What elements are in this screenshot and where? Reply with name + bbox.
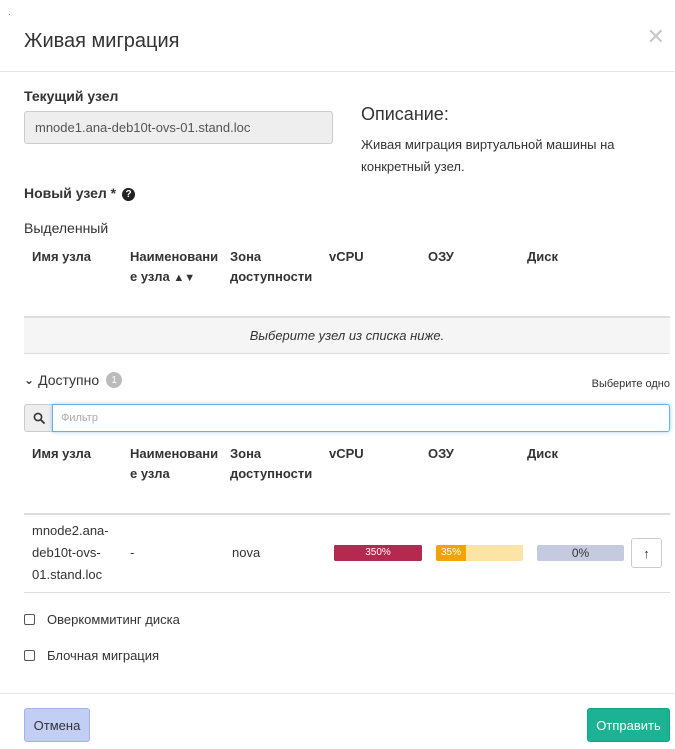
col-zone-line1: Зона xyxy=(230,446,262,461)
col-vcpu: vCPU xyxy=(329,249,364,264)
node-name-line1: mnode2.ana- xyxy=(32,523,109,538)
col-node-title-line2: е узла xyxy=(130,466,170,481)
empty-allocated-row: Выберите узел из списка ниже. xyxy=(24,318,670,353)
filter-group xyxy=(24,404,670,432)
disk-overcommit-checkbox[interactable] xyxy=(24,614,35,625)
col-zone-line1: Зона xyxy=(230,249,262,264)
close-icon[interactable]: ✕ xyxy=(647,24,665,50)
col-node-title-line1: Наименовани xyxy=(130,446,219,461)
col-node-title-line2-text: е узла xyxy=(130,269,170,284)
col-zone-line2: доступности xyxy=(230,466,313,481)
table-divider xyxy=(24,513,670,515)
block-migration-checkbox[interactable] xyxy=(24,650,35,661)
modal-header: Живая миграция ✕ xyxy=(0,0,675,72)
description-title: Описание: xyxy=(361,104,449,124)
current-node-field: mnode1.ana-deb10t-ovs-01.stand.loc xyxy=(24,111,333,144)
col-disk: Диск xyxy=(527,249,558,264)
description-text: Живая миграция виртуальной машины на кон… xyxy=(361,137,615,174)
submit-button[interactable]: Отправить xyxy=(587,708,670,742)
col-node-title[interactable]: Наименовани е узла xyxy=(130,444,218,484)
modal-footer xyxy=(0,693,675,749)
col-zone-line2: доступности xyxy=(230,269,313,284)
ram-usage-label: 35% xyxy=(441,547,462,558)
col-node-name: Имя узла xyxy=(32,446,91,461)
new-node-label-text: Новый узел xyxy=(24,185,107,201)
filter-input[interactable] xyxy=(52,404,670,432)
available-count-badge: 1 xyxy=(106,372,123,388)
disk-usage-bar: 0% xyxy=(537,545,624,561)
new-node-label: Новый узел * ? xyxy=(24,185,136,201)
vcpu-usage-bar: 350% xyxy=(334,545,422,561)
col-node-title-line1: Наименовани xyxy=(130,249,219,264)
col-node-title-line2: е узла ▲▼ xyxy=(130,267,218,288)
vcpu-usage-label: 350% xyxy=(365,547,391,558)
disk-overcommit-option[interactable]: Оверкоммитинг диска xyxy=(24,612,180,627)
table-row-node-title: - xyxy=(130,545,135,560)
table-row-zone: nova xyxy=(232,545,261,560)
select-node-button[interactable]: ↑ xyxy=(631,538,662,568)
col-node-name: Имя узла xyxy=(32,249,91,264)
col-node-title[interactable]: Наименовани е узла ▲▼ xyxy=(130,247,218,288)
available-toggle[interactable]: ⌄ Доступно 1 xyxy=(24,372,123,388)
col-disk: Диск xyxy=(527,446,558,461)
arrow-up-icon: ↑ xyxy=(643,545,650,561)
node-name-line2: deb10t-ovs- xyxy=(32,545,101,560)
sort-icon[interactable]: ▲▼ xyxy=(173,272,195,284)
search-icon xyxy=(24,404,52,432)
col-zone: Зона доступности xyxy=(230,247,312,287)
select-one-hint: Выберите одно xyxy=(591,378,670,390)
block-migration-option[interactable]: Блочная миграция xyxy=(24,648,159,663)
table-divider xyxy=(24,353,670,354)
disk-overcommit-label: Оверкоммитинг диска xyxy=(47,612,180,627)
col-ram: ОЗУ xyxy=(428,446,454,461)
allocated-label: Выделенный xyxy=(24,220,109,236)
modal-title: Живая миграция xyxy=(24,30,180,52)
cancel-button[interactable]: Отмена xyxy=(24,708,90,742)
available-label: Доступно xyxy=(38,372,100,388)
table-divider xyxy=(24,592,670,593)
ram-usage-bar: 35% xyxy=(436,545,523,561)
current-node-label: Текущий узел xyxy=(24,88,119,104)
block-migration-label: Блочная миграция xyxy=(47,648,160,663)
disk-usage-label: 0% xyxy=(571,546,590,560)
node-name-line3: 01.stand.loc xyxy=(32,567,103,582)
col-zone: Зона доступности xyxy=(230,444,312,484)
required-marker: * xyxy=(110,185,117,201)
chevron-down-icon: ⌄ xyxy=(24,373,35,387)
col-vcpu: vCPU xyxy=(329,446,364,461)
table-row-node-name: mnode2.ana- deb10t-ovs- 01.stand.loc xyxy=(32,520,109,586)
col-ram: ОЗУ xyxy=(428,249,454,264)
question-circle-icon[interactable]: ? xyxy=(122,187,136,201)
